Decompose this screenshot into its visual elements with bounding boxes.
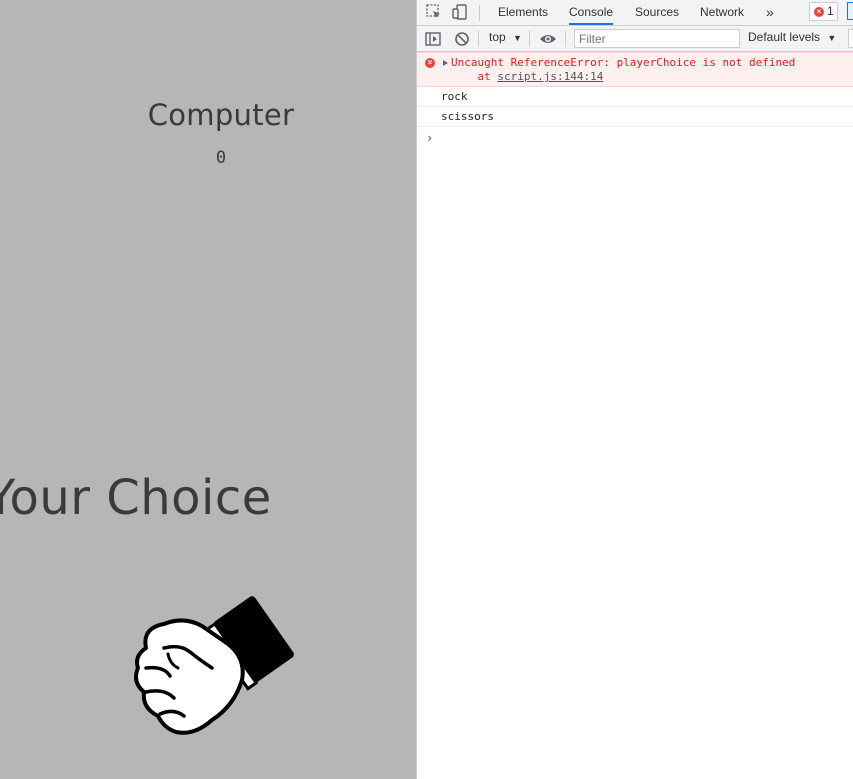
expand-triangle-icon[interactable]	[443, 60, 448, 66]
chevron-down-icon: ▼	[513, 33, 522, 43]
eye-icon[interactable]	[539, 30, 557, 48]
levels-select[interactable]: Default levels ▼	[748, 30, 836, 44]
issues-badge[interactable]	[847, 2, 853, 20]
computer-score: 0	[215, 148, 227, 168]
computer-title: Computer	[147, 98, 295, 132]
console-log-row: scissors	[417, 107, 853, 127]
context-select[interactable]: top ▼	[489, 30, 522, 44]
game-page: Computer 0 Your Choice	[0, 0, 416, 779]
error-at-prefix: at	[451, 70, 498, 83]
tab-sources[interactable]: Sources	[635, 0, 679, 25]
divider	[479, 5, 480, 21]
sidebar-toggle-icon[interactable]	[424, 30, 442, 48]
error-stack-line: at script.js:144:14	[451, 70, 603, 83]
error-icon: ×	[814, 7, 824, 17]
settings-button[interactable]	[848, 29, 853, 48]
divider	[565, 31, 566, 47]
console-toolbar: top ▼ Default levels ▼	[417, 26, 853, 52]
log-text: rock	[441, 90, 468, 103]
device-toolbar-icon[interactable]	[451, 3, 469, 21]
filter-input[interactable]	[574, 29, 740, 48]
console-output: × Uncaught ReferenceError: playerChoice …	[417, 52, 853, 779]
error-icon: ×	[425, 58, 435, 68]
console-log-row: rock	[417, 87, 853, 107]
context-select-value: top	[489, 30, 506, 44]
rock-fist-icon[interactable]	[124, 588, 294, 740]
error-text: Uncaught ReferenceError: playerChoice is…	[451, 56, 796, 69]
error-source-link[interactable]: script.js:144:14	[497, 70, 603, 83]
your-choice-heading: Your Choice	[0, 470, 272, 526]
levels-select-value: Default levels	[748, 30, 821, 44]
console-error-message[interactable]: × Uncaught ReferenceError: playerChoice …	[417, 52, 853, 87]
clear-console-icon[interactable]	[453, 30, 471, 48]
divider	[478, 31, 479, 47]
devtools-panel: Elements Console Sources Network » × 1 t…	[416, 0, 853, 779]
divider	[529, 31, 530, 47]
tab-elements[interactable]: Elements	[498, 0, 548, 25]
error-count-badge[interactable]: × 1	[809, 2, 838, 21]
tab-network[interactable]: Network	[700, 0, 744, 25]
devtools-tab-bar: Elements Console Sources Network » × 1	[417, 0, 853, 26]
error-count: 1	[827, 4, 834, 18]
log-text: scissors	[441, 110, 494, 123]
inspect-element-icon[interactable]	[425, 3, 443, 21]
chevron-down-icon: ▼	[827, 33, 837, 43]
tab-console[interactable]: Console	[569, 0, 614, 25]
console-prompt[interactable]: ›	[426, 131, 433, 145]
more-tabs-button[interactable]: »	[766, 0, 774, 25]
